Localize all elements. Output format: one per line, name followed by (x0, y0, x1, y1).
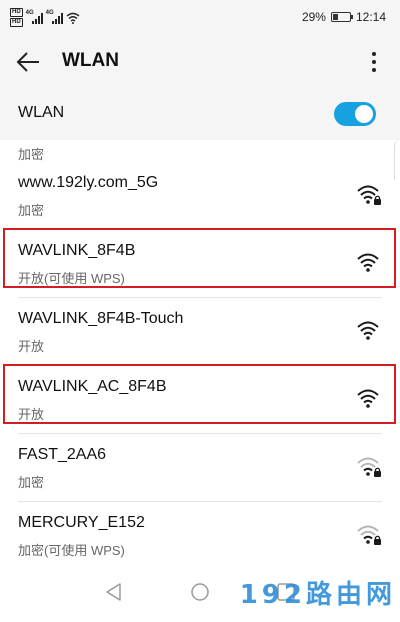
network-security: 开放 (18, 407, 45, 422)
wlan-toggle-row: WLAN (0, 88, 400, 140)
wifi-status-icon (66, 12, 80, 24)
network-type: 4G (45, 9, 54, 16)
cell-signal-icon: 4G (25, 9, 43, 24)
network-security: 加密(可使用 WPS) (18, 543, 125, 558)
wifi-locked-icon (357, 457, 381, 477)
network-ssid: WAVLINK_8F4B (18, 242, 136, 259)
network-security: 开放 (18, 339, 45, 354)
hd-badge: HD (10, 18, 23, 27)
network-security: 开放(可使用 WPS) (18, 271, 125, 286)
network-row[interactable]: www.192ly.com_5G 加密 (0, 162, 400, 230)
wifi-icon (357, 253, 379, 272)
wifi-locked-icon (357, 525, 381, 545)
partial-row-security: 加密 (18, 147, 45, 162)
status-bar: HD HD 4G 4G 29% 12:14 (0, 0, 400, 36)
battery-percent: 29% (301, 10, 326, 24)
network-row[interactable]: WAVLINK_8F4B 开放(可使用 WPS) (0, 230, 400, 298)
network-ssid: WAVLINK_8F4B-Touch (18, 310, 184, 327)
hd-badge: HD (10, 8, 23, 17)
status-left: HD HD 4G 4G (10, 8, 80, 27)
wifi-icon (357, 389, 379, 408)
network-row[interactable]: WAVLINK_8F4B-Touch 开放 (0, 298, 400, 366)
triangle-back-icon[interactable] (103, 581, 125, 603)
network-ssid: FAST_2AA6 (18, 446, 107, 463)
watermark: 192路由网 (239, 580, 396, 610)
network-ssid: WAVLINK_AC_8F4B (18, 378, 167, 395)
network-ssid: MERCURY_E152 (18, 514, 145, 531)
clock: 12:14 (355, 10, 386, 24)
network-row[interactable]: MERCURY_E152 加密(可使用 WPS) (0, 502, 400, 564)
arrow-left-icon[interactable] (14, 48, 44, 76)
navigation-bar: 192路由网 (0, 564, 400, 622)
page-title: WLAN (62, 50, 119, 71)
network-type: 4G (25, 9, 34, 16)
circle-home-icon[interactable] (189, 581, 211, 603)
cell-signal-icon: 4G (45, 9, 63, 24)
wifi-locked-icon (357, 185, 381, 205)
network-row[interactable]: FAST_2AA6 加密 (0, 434, 400, 502)
network-security: 加密 (18, 203, 45, 218)
battery-icon (330, 12, 353, 22)
wifi-icon (357, 321, 379, 340)
more-vertical-icon[interactable] (362, 48, 386, 76)
network-row[interactable]: WAVLINK_AC_8F4B 开放 (0, 366, 400, 434)
network-list[interactable]: 加密 www.192ly.com_5G 加密 WAVLINK_8F4B 开放(可使用 … (0, 140, 400, 564)
status-right: 29% 12:14 (302, 10, 386, 24)
wlan-toggle-label: WLAN (18, 104, 65, 121)
hd-badges: HD HD (10, 8, 23, 27)
network-ssid: www.192ly.com_5G (18, 174, 159, 191)
wlan-switch[interactable] (334, 102, 376, 126)
network-security: 加密 (18, 475, 45, 490)
app-bar: WLAN (0, 36, 400, 88)
switch-knob (355, 105, 373, 123)
